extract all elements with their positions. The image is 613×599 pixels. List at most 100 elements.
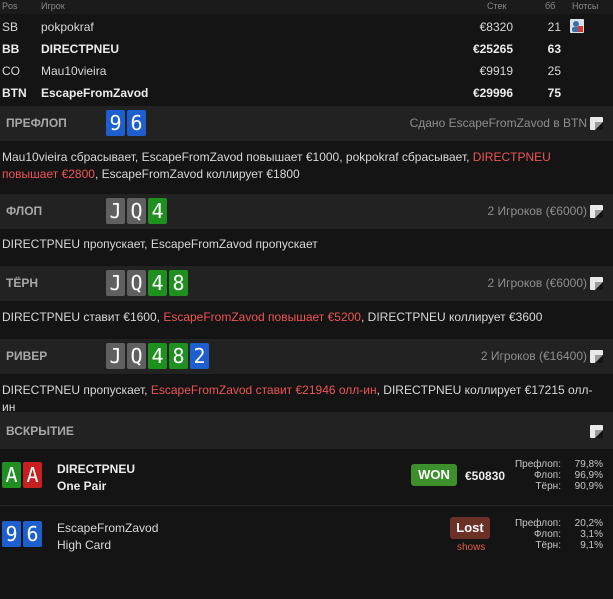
note-icon[interactable]: [590, 350, 603, 363]
equity-label: Флоп:: [534, 470, 561, 481]
street-turn-bar: ТЁРН J Q 4 8 2 Игроков (€6000): [0, 266, 613, 301]
player-pos: BTN: [2, 86, 27, 100]
player-row[interactable]: BTN EscapeFromZavod €29996 75: [0, 82, 613, 104]
card: 4: [148, 270, 167, 296]
result-hand: High Card: [57, 538, 112, 552]
card: Q: [127, 198, 146, 224]
river-board-cards: J Q 4 8 2: [106, 343, 209, 369]
equity-value: 9,1%: [580, 540, 603, 551]
header-pos: Pos: [2, 1, 18, 11]
header-player: Игрок: [41, 1, 65, 11]
card: 8: [169, 343, 188, 369]
action-text: DIRECTPNEU пропускает,: [2, 383, 151, 397]
flop-board-cards: J Q 4: [106, 198, 167, 224]
result-player-name[interactable]: DIRECTPNEU: [57, 462, 135, 476]
equity-value: 20,2%: [574, 518, 603, 529]
note-icon[interactable]: [590, 425, 603, 438]
action-text: DIRECTPNEU ставит €1600,: [2, 310, 164, 324]
card: 9: [2, 521, 21, 547]
profile-note-icon[interactable]: [570, 19, 584, 33]
result-hand: One Pair: [57, 479, 107, 493]
action-text: , DIRECTPNEU коллирует €3600: [360, 310, 543, 324]
action-highlight: EscapeFromZavod ставит €21946 олл-ин: [150, 383, 377, 397]
won-badge: WON: [411, 464, 457, 486]
card: J: [106, 343, 125, 369]
equity-value: 79,8%: [574, 459, 603, 470]
player-bb: 25: [547, 64, 561, 78]
action-text: DIRECTPNEU пропускает, EscapeFromZavod п…: [2, 237, 318, 251]
card: 9: [106, 110, 125, 136]
card: A: [23, 462, 42, 488]
action-text: Mau10vieira сбрасывает, EscapeFromZavod …: [2, 150, 473, 164]
action-text: , EscapeFromZavod коллирует €1800: [94, 167, 300, 181]
player-row[interactable]: SB pokpokraf €8320 21: [0, 16, 613, 38]
player-row[interactable]: BB DIRECTPNEU €25265 63: [0, 38, 613, 60]
equity-value: 96,9%: [574, 470, 603, 481]
card: 6: [23, 521, 42, 547]
player-stack: €29996: [472, 86, 513, 100]
player-bb: 63: [547, 42, 561, 56]
card: J: [106, 198, 125, 224]
player-pos: BB: [2, 42, 20, 56]
result-player-name[interactable]: EscapeFromZavod: [57, 521, 158, 535]
player-name[interactable]: DIRECTPNEU: [41, 42, 119, 56]
card: 4: [148, 343, 167, 369]
street-info: 2 Игроков (€16400): [480, 349, 587, 363]
street-label: РИВЕР: [6, 349, 48, 363]
player-name[interactable]: EscapeFromZavod: [41, 86, 148, 100]
header-bb: бб: [545, 1, 556, 11]
showdown-result-row: 9 6 EscapeFromZavod High Card Lost shows…: [0, 508, 613, 564]
player-pos: CO: [2, 64, 20, 78]
preflop-actions: Mau10vieira сбрасывает, EscapeFromZavod …: [2, 149, 602, 183]
street-flop-bar: ФЛОП J Q 4 2 Игроков (€6000): [0, 194, 613, 229]
card: Q: [127, 270, 146, 296]
card: 4: [148, 198, 167, 224]
equity-value: 3,1%: [580, 529, 603, 540]
shown-cards: 9 6: [2, 521, 42, 547]
card: A: [2, 462, 21, 488]
player-name[interactable]: Mau10vieira: [41, 64, 106, 78]
player-bb: 75: [547, 86, 561, 100]
equity-label: Префлоп:: [514, 518, 561, 529]
showdown-result-row: A A DIRECTPNEU One Pair WON €50830 Префл…: [0, 452, 613, 504]
header-notes: Нотсы: [572, 1, 599, 11]
turn-actions: DIRECTPNEU ставит €1600, EscapeFromZavod…: [2, 309, 602, 326]
note-icon[interactable]: [590, 277, 603, 290]
action-highlight: EscapeFromZavod повышает €5200: [163, 310, 361, 324]
shown-cards: A A: [2, 462, 42, 488]
card: 2: [190, 343, 209, 369]
flop-actions: DIRECTPNEU пропускает, EscapeFromZavod п…: [2, 236, 602, 253]
card: 6: [127, 110, 146, 136]
street-preflop-bar: ПРЕФЛОП 9 6 Сдано EscapeFromZavod в BTN: [0, 106, 613, 141]
player-bb: 21: [547, 20, 561, 34]
equity-stats: Префлоп: 79,8% Флоп: 96,9% Тёрн: 90,9%: [500, 459, 603, 495]
player-row[interactable]: CO Mau10vieira €9919 25: [0, 60, 613, 82]
player-stack: €9919: [479, 64, 513, 78]
player-name[interactable]: pokpokraf: [41, 20, 94, 34]
equity-label: Тёрн:: [535, 481, 561, 492]
equity-label: Флоп:: [534, 529, 561, 540]
equity-stats: Префлоп: 20,2% Флоп: 3,1% Тёрн: 9,1%: [500, 518, 603, 554]
river-actions: DIRECTPNEU пропускает, EscapeFromZavod с…: [2, 382, 602, 416]
players-table-header: Pos Игрок Стек бб Нотсы: [0, 0, 613, 14]
shows-label: shows: [457, 542, 486, 553]
street-showdown-bar: ВСКРЫТИЕ: [0, 412, 613, 449]
card: 8: [169, 270, 188, 296]
lost-badge: Lost: [450, 517, 490, 539]
player-pos: SB: [2, 20, 19, 34]
equity-label: Префлоп:: [514, 459, 561, 470]
street-label: ВСКРЫТИЕ: [6, 424, 74, 438]
street-label: ТЁРН: [6, 276, 39, 290]
street-label: ФЛОП: [6, 204, 43, 218]
street-info: 2 Игроков (€6000): [487, 204, 588, 218]
note-icon[interactable]: [590, 117, 603, 130]
card: Q: [127, 343, 146, 369]
street-info: Сдано EscapeFromZavod в BTN: [409, 116, 587, 130]
player-stack: €8320: [479, 20, 513, 34]
preflop-hole-cards: 9 6: [106, 110, 146, 136]
divider: [0, 505, 613, 506]
note-icon[interactable]: [590, 205, 603, 218]
player-stack: €25265: [472, 42, 513, 56]
turn-board-cards: J Q 4 8: [106, 270, 188, 296]
street-info: 2 Игроков (€6000): [487, 276, 588, 290]
